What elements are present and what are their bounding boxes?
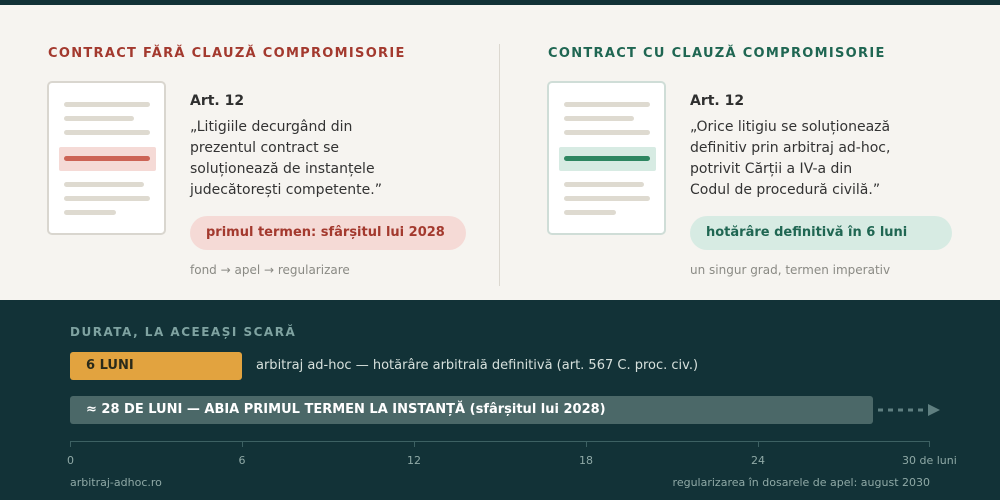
column-divider [499,44,500,286]
right-clause-quote: „Orice litigiu se soluționează definitiv… [690,119,891,198]
right-outcome-pill: hotărâre definitivă în 6 luni [690,216,952,250]
highlighted-clause-line [564,156,650,161]
axis-tick-label: 18 [579,454,593,467]
axis-tick [70,441,71,447]
document-icon-left [47,81,166,235]
axis-tick [414,441,415,447]
axis-tick [929,441,930,447]
axis-tick-label: 0 [67,454,74,467]
timeline-title: DURATA, LA ACEEAȘI SCARĂ [70,325,297,339]
axis-tick [586,441,587,447]
court-duration-bar: ≈ 28 DE LUNI — ABIA PRIMUL TERMEN LA INS… [70,396,873,424]
left-clause-quote: „Litigiile decurgând din prezentul contr… [190,119,382,198]
footer-source: arbitraj-adhoc.ro [70,476,162,489]
axis-tick-label: 12 [407,454,421,467]
axis-tick [242,441,243,447]
left-column-title: CONTRACT FĂRĂ CLAUZĂ COMPROMISORIE [48,46,406,61]
left-outcome-pill: primul termen: sfârșitul lui 2028 [190,216,466,250]
axis-tick-label: 30 de luni [902,454,957,467]
right-article-heading: Art. 12 [690,93,745,109]
timeline-axis [70,441,930,442]
arbitration-duration-description: arbitraj ad-hoc — hotărâre arbitrală def… [256,358,699,373]
right-column-title: CONTRACT CU CLAUZĂ COMPROMISORIE [548,46,886,61]
continuation-arrow-icon [878,404,940,416]
left-procedure-note: fond → apel → regularizare [190,263,350,277]
highlighted-clause-line [64,156,150,161]
footer-note: regularizarea în dosarele de apel: augus… [672,476,930,489]
axis-tick-label: 6 [238,454,246,467]
document-icon-right [547,81,666,235]
axis-tick-label: 24 [751,454,765,467]
left-article-heading: Art. 12 [190,93,245,109]
axis-tick [758,441,759,447]
arbitration-duration-bar: 6 LUNI [70,352,242,380]
right-procedure-note: un singur grad, termen imperativ [690,263,891,277]
